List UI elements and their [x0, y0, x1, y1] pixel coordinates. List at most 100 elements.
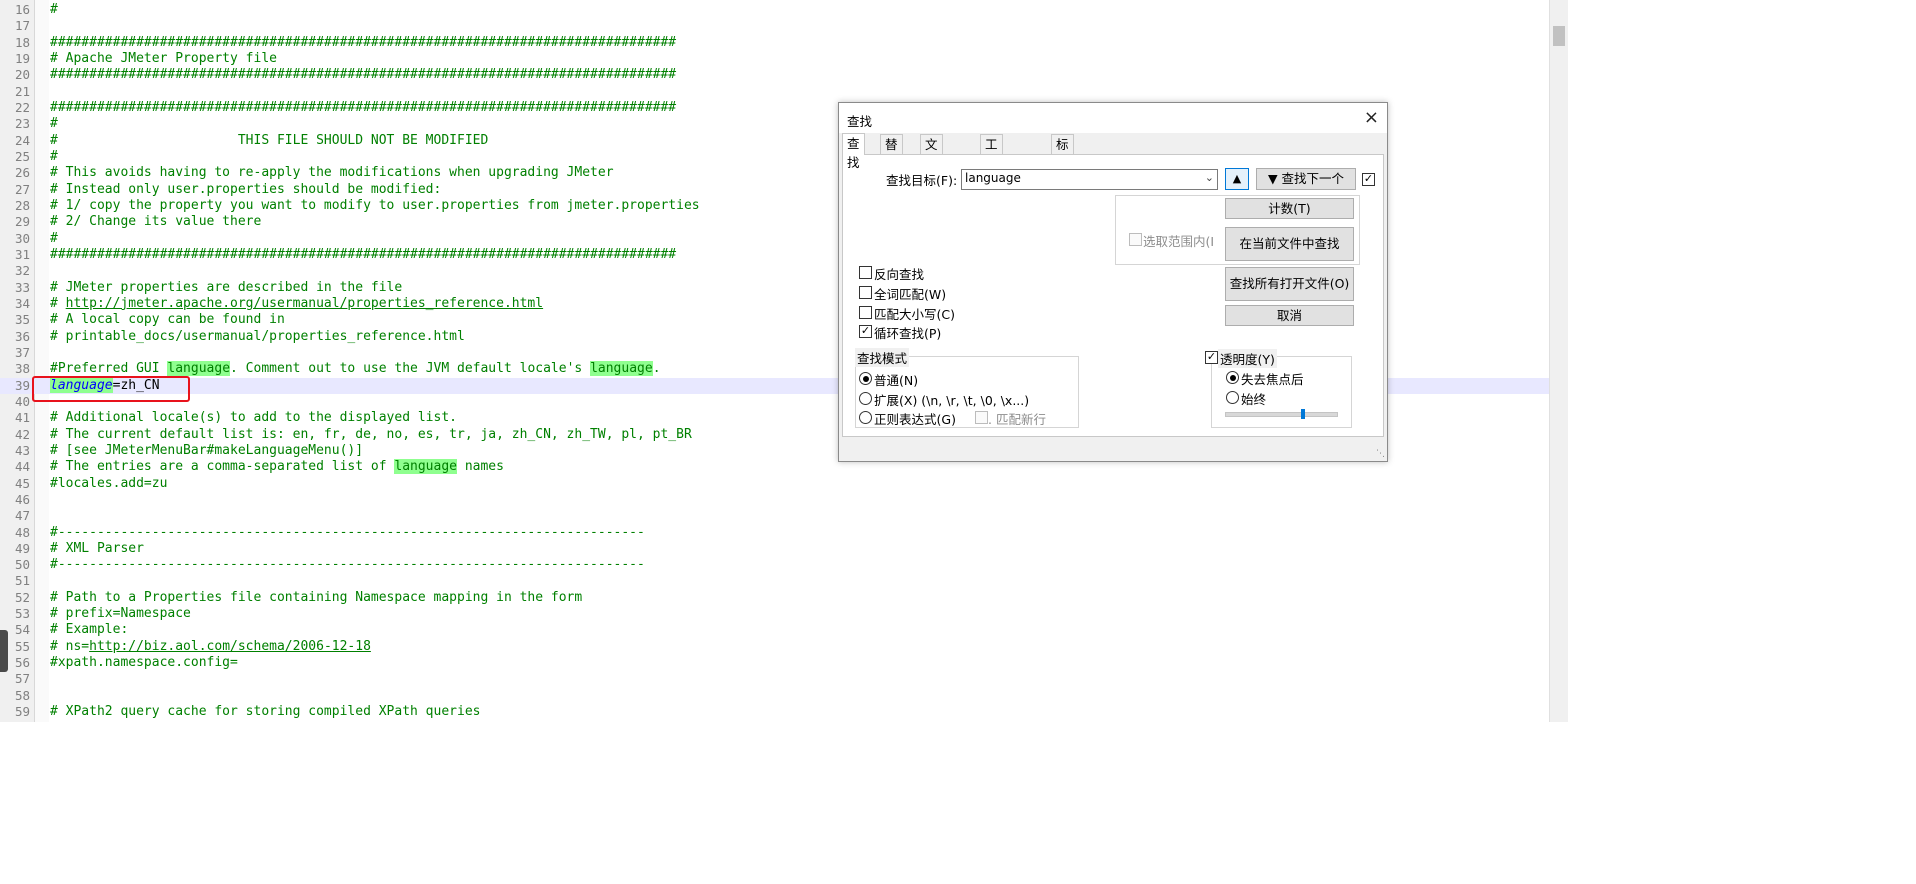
line-number: 53 — [14, 606, 30, 622]
whole-word-label: 全词匹配(W) — [874, 287, 947, 302]
dialog-title: 查找 — [847, 114, 873, 129]
on-lose-focus-radio[interactable] — [1226, 371, 1239, 384]
line-number: 48 — [14, 524, 30, 540]
find-target-input[interactable]: language ⌄ — [961, 169, 1218, 190]
line-text: #xpath.namespace.config= — [50, 655, 238, 671]
find-all-open-files-button[interactable]: 查找所有打开文件(O) — [1225, 267, 1354, 301]
line-number: 34 — [14, 295, 30, 311]
line-text: # — [50, 2, 58, 17]
line-number: 45 — [14, 475, 30, 491]
code-line[interactable]: 19 # Apache JMeter Property file — [0, 51, 1549, 67]
line-text: # printable_docs/usermanual/properties_r… — [50, 328, 465, 344]
tab-find-in-files[interactable]: 文件查找 — [920, 134, 943, 209]
line-number: 27 — [14, 181, 30, 197]
code-line[interactable]: 55 # ns=http://biz.aol.com/schema/2006-12… — [0, 639, 1549, 655]
code-line[interactable]: 51 — [0, 573, 1549, 589]
dialog-titlebar: 查找 × — [839, 103, 1387, 133]
cancel-button[interactable]: 取消 — [1225, 305, 1354, 326]
code-line[interactable]: 54 # Example: — [0, 622, 1549, 638]
tab-find-in-project[interactable]: 工程中查找 — [980, 134, 1003, 228]
line-text: # XPath2 query cache for storing compile… — [50, 704, 481, 720]
line-text: #locales.add=zu — [50, 475, 168, 491]
code-line[interactable]: 56 #xpath.namespace.config= — [0, 655, 1549, 671]
line-number: 18 — [14, 34, 30, 50]
chevron-down-icon[interactable]: ⌄ — [1205, 171, 1214, 184]
dot-matches-newline-label: . 匹配新行 — [988, 412, 1046, 427]
code-line[interactable]: 17 — [0, 18, 1549, 34]
line-text: # ns=http://biz.aol.com/schema/2006-12-1… — [50, 638, 371, 654]
code-line[interactable]: 18 ######################################… — [0, 35, 1549, 51]
code-line[interactable]: 46 — [0, 492, 1549, 508]
line-number: 39 — [14, 377, 30, 393]
line-number: 19 — [14, 50, 30, 66]
code-line[interactable]: 16 # — [0, 2, 1549, 18]
line-text: # — [50, 230, 58, 246]
code-line[interactable]: 57 — [0, 671, 1549, 687]
transparency-checkbox[interactable] — [1205, 351, 1218, 364]
code-line[interactable]: 48 #-------------------------------------… — [0, 525, 1549, 541]
in-selection-checkbox[interactable] — [1129, 233, 1142, 246]
line-number: 36 — [14, 328, 30, 344]
line-text: # 2/ Change its value there — [50, 214, 262, 230]
line-text: #---------------------------------------… — [50, 524, 645, 540]
mode-normal-radio[interactable] — [859, 372, 872, 385]
line-number: 30 — [14, 230, 30, 246]
reverse-search-checkbox[interactable] — [859, 266, 872, 279]
line-number: 28 — [14, 197, 30, 213]
scrollbar-thumb[interactable] — [1553, 26, 1565, 46]
mode-extended-label: 扩展(X) (\n, \r, \t, \0, \x...) — [874, 393, 1030, 408]
whole-word-checkbox[interactable] — [859, 286, 872, 299]
search-up-button[interactable]: ▲ — [1225, 168, 1249, 190]
side-handle[interactable] — [0, 630, 8, 672]
code-line[interactable]: 58 — [0, 688, 1549, 704]
dot-matches-newline-checkbox[interactable] — [975, 411, 988, 424]
line-number: 31 — [14, 246, 30, 262]
resize-grip-icon[interactable]: ⋱ — [1376, 449, 1385, 459]
line-number: 52 — [14, 589, 30, 605]
code-line[interactable]: 21 — [0, 84, 1549, 100]
transparency-slider-track[interactable] — [1225, 412, 1338, 417]
code-line[interactable]: 20 ######################################… — [0, 67, 1549, 83]
code-line[interactable]: 52 # Path to a Properties file containing… — [0, 590, 1549, 606]
line-text: # The entries are a comma-separated list… — [50, 459, 504, 475]
line-text: ########################################… — [50, 34, 677, 50]
wrap-around-checkbox[interactable] — [859, 325, 872, 338]
line-text: # JMeter properties are described in the… — [50, 279, 403, 295]
line-text: # — [50, 148, 58, 164]
stay-on-top-checkbox[interactable] — [1362, 173, 1375, 186]
match-case-checkbox[interactable] — [859, 306, 872, 319]
always-label: 始终 — [1241, 392, 1267, 407]
code-line[interactable]: 47 — [0, 508, 1549, 524]
mode-regex-label: 正则表达式(G) — [874, 412, 956, 427]
line-number: 24 — [14, 132, 30, 148]
close-icon[interactable]: × — [1364, 107, 1379, 128]
code-line[interactable]: 53 # prefix=Namespace — [0, 606, 1549, 622]
code-line[interactable]: 45 #locales.add=zu — [0, 476, 1549, 492]
line-text: # [see JMeterMenuBar#makeLanguageMenu()] — [50, 442, 364, 458]
line-number: 46 — [14, 491, 30, 507]
line-number: 42 — [14, 426, 30, 442]
find-next-button[interactable]: ▼ 查找下一个 — [1256, 168, 1356, 190]
code-line[interactable]: 50 #-------------------------------------… — [0, 557, 1549, 573]
mode-regex-radio[interactable] — [859, 411, 872, 424]
vertical-scrollbar[interactable] — [1549, 0, 1568, 722]
code-line[interactable]: 49 # XML Parser — [0, 541, 1549, 557]
always-radio[interactable] — [1226, 391, 1239, 404]
line-number: 37 — [14, 344, 30, 360]
tab-mark[interactable]: 标记 — [1051, 134, 1074, 171]
tab-replace[interactable]: 替换 — [880, 134, 903, 171]
tab-find[interactable]: 查找 — [842, 133, 865, 170]
transparency-slider-thumb[interactable] — [1300, 409, 1305, 419]
line-text: # Additional locale(s) to add to the dis… — [50, 410, 457, 426]
match-case-label: 匹配大小写(C) — [874, 307, 955, 322]
find-dialog: 查找 × 查找 替换 文件查找 工程中查找 标记 查找目标(F): langua… — [838, 102, 1388, 462]
line-number: 41 — [14, 410, 30, 426]
line-text: # Path to a Properties file containing N… — [50, 589, 583, 605]
code-line[interactable]: 59 # XPath2 query cache for storing compi… — [0, 704, 1549, 720]
line-number: 35 — [14, 312, 30, 328]
search-mode-title: 查找模式 — [855, 348, 910, 367]
line-number: 21 — [14, 83, 30, 99]
mode-extended-radio[interactable] — [859, 392, 872, 405]
find-in-current-file-button[interactable]: 在当前文件中查找 — [1225, 227, 1354, 261]
count-button[interactable]: 计数(T) — [1225, 198, 1354, 219]
